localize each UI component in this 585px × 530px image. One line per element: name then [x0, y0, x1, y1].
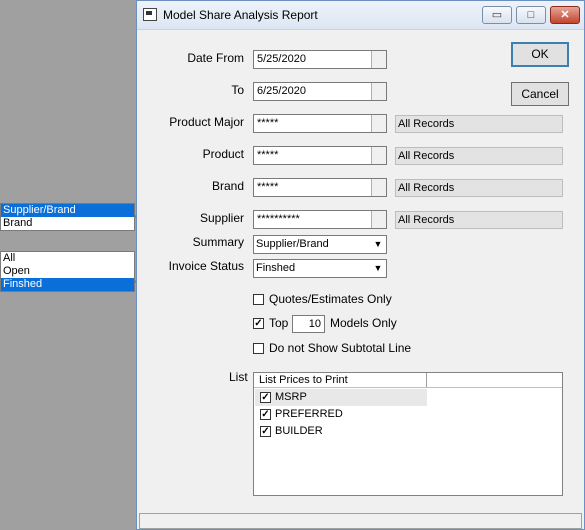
date-to-label: To — [231, 83, 244, 97]
hide-subtotal-checkbox[interactable] — [253, 343, 264, 354]
product-major-label: Product Major — [169, 115, 244, 129]
date-to-field[interactable]: 6/25/2020 — [253, 82, 387, 101]
brand-lookup[interactable] — [371, 179, 386, 196]
product-description: All Records — [395, 147, 563, 165]
status-bar — [139, 513, 582, 529]
list-item-checkbox[interactable]: ✓ — [260, 392, 271, 403]
invoice-status-selected-value: Finshed — [256, 262, 296, 274]
summary-label: Summary — [192, 235, 244, 249]
brand-field[interactable]: ***** — [253, 178, 387, 197]
app-icon — [143, 8, 157, 21]
list-item-label: BUILDER — [275, 425, 323, 437]
date-from-value: 5/25/2020 — [257, 53, 306, 65]
product-field[interactable]: ***** — [253, 146, 387, 165]
date-to-picker[interactable] — [371, 83, 386, 100]
product-value: ***** — [257, 149, 279, 161]
hide-subtotal-label: Do not Show Subtotal Line — [269, 341, 412, 355]
list-header-column[interactable]: List Prices to Print — [254, 373, 427, 387]
brand-description: All Records — [395, 179, 563, 197]
date-from-label: Date From — [187, 51, 244, 65]
supplier-lookup[interactable] — [371, 211, 386, 228]
product-major-lookup[interactable] — [371, 115, 386, 132]
invoice-status-label: Invoice Status — [168, 259, 244, 273]
summary-select[interactable]: Supplier/Brand ▼ — [253, 235, 387, 254]
supplier-label: Supplier — [199, 211, 244, 225]
invoice-status-select[interactable]: Finshed ▼ — [253, 259, 387, 278]
date-from-field[interactable]: 5/25/2020 — [253, 50, 387, 69]
product-lookup[interactable] — [371, 147, 386, 164]
top-label: Top — [269, 316, 289, 330]
brand-label: Brand — [211, 179, 244, 193]
list-header: List Prices to Print — [254, 373, 562, 388]
price-list-box[interactable]: List Prices to Print ✓ MSRP ✓ PREFERRED … — [253, 372, 563, 496]
supplier-value: ********** — [257, 213, 300, 225]
list-item-label: PREFERRED — [275, 408, 343, 420]
supplier-field[interactable]: ********** — [253, 210, 387, 229]
close-button[interactable]: ✕ — [550, 6, 580, 24]
chevron-down-icon[interactable]: ▼ — [370, 236, 386, 253]
maximize-button[interactable]: □ — [516, 6, 546, 24]
product-major-field[interactable]: ***** — [253, 114, 387, 133]
quotes-only-checkbox[interactable] — [253, 294, 264, 305]
product-major-value: ***** — [257, 117, 279, 129]
models-only-label: Models Only — [330, 316, 397, 330]
list-label: List — [229, 370, 248, 384]
summary-selected-value: Supplier/Brand — [256, 238, 329, 250]
chevron-down-icon[interactable]: ▼ — [370, 260, 386, 277]
list-item[interactable]: ✓ PREFERRED — [255, 406, 427, 423]
cancel-button[interactable]: Cancel — [511, 82, 569, 106]
date-from-picker[interactable] — [371, 51, 386, 68]
minimize-button[interactable]: ▭ — [482, 6, 512, 24]
top-models-checkbox[interactable]: ✓ — [253, 318, 264, 329]
list-item-checkbox[interactable]: ✓ — [260, 409, 271, 420]
ok-button[interactable]: OK — [511, 42, 569, 67]
window-title: Model Share Analysis Report — [163, 8, 318, 22]
list-item[interactable]: ✓ MSRP — [255, 389, 427, 406]
product-label: Product — [202, 147, 244, 161]
title-bar[interactable]: Model Share Analysis Report ▭ □ ✕ — [137, 1, 584, 30]
top-count-input[interactable]: 10 — [292, 315, 325, 333]
product-major-description: All Records — [395, 115, 563, 133]
list-item-label: MSRP — [275, 391, 307, 403]
supplier-description: All Records — [395, 211, 563, 229]
list-item-checkbox[interactable]: ✓ — [260, 426, 271, 437]
quotes-only-label: Quotes/Estimates Only — [269, 292, 392, 306]
list-item[interactable]: ✓ BUILDER — [255, 423, 427, 440]
report-dialog: Model Share Analysis Report ▭ □ ✕ Date F… — [136, 0, 585, 530]
brand-value: ***** — [257, 181, 279, 193]
date-to-value: 6/25/2020 — [257, 85, 306, 97]
